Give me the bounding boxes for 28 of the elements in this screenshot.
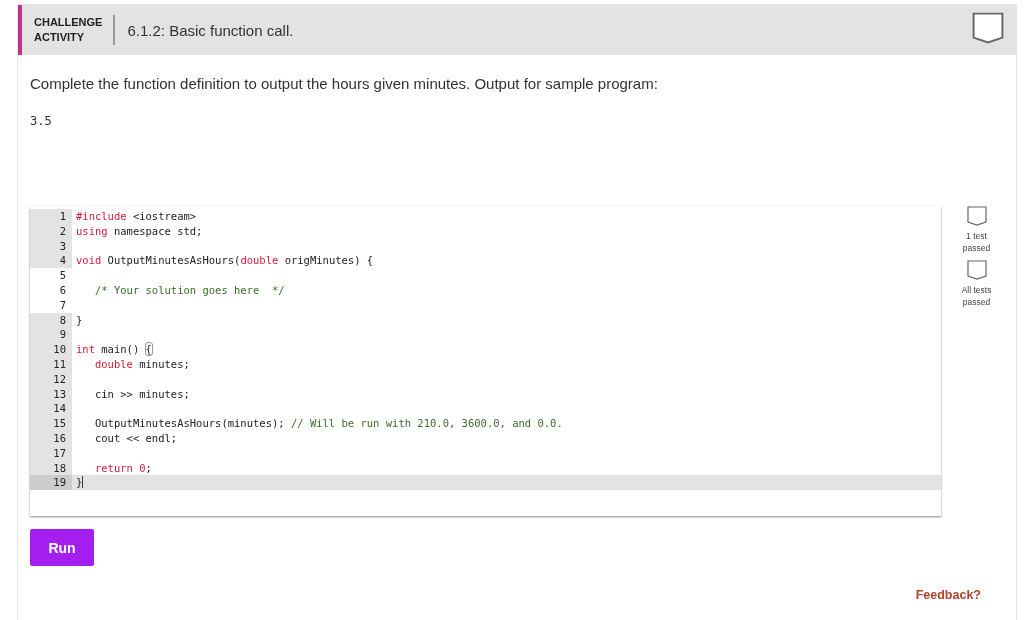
run-button[interactable]: Run xyxy=(30,529,94,566)
code-line: using namespace std; xyxy=(76,224,203,237)
code-line: } xyxy=(76,313,83,326)
code-line: } xyxy=(76,476,84,489)
line-number: 15 xyxy=(30,416,72,431)
test-status-label: All tests passed xyxy=(961,284,992,308)
line-number: 9 xyxy=(30,327,72,343)
code-line: cout << endl; xyxy=(93,431,178,444)
line-number: 14 xyxy=(30,401,72,417)
challenge-activity-label: CHALLENGE ACTIVITY xyxy=(34,15,116,45)
activity-title: 6.1.2: Basic function call. xyxy=(127,21,295,39)
code-line: /* Your solution goes here */ xyxy=(93,284,285,296)
line-number: 1 xyxy=(30,209,72,224)
code-line: int main() { xyxy=(76,343,152,356)
feedback-link[interactable]: Feedback? xyxy=(915,588,981,602)
line-number: 4 xyxy=(30,253,72,269)
sample-output: 3.5 xyxy=(30,114,53,128)
instructions-text: Complete the function definition to output the hours given minutes. Output for sample program: xyxy=(30,75,659,92)
code-line: #include <iostream> xyxy=(76,210,197,222)
code-line: OutputMinutesAsHours(minutes); // Will be run with 210.0, 3600.0, and 0.0. xyxy=(93,417,563,430)
code-line: double minutes; xyxy=(93,357,190,370)
code-editor[interactable] xyxy=(30,206,942,516)
test-status-label: 1 test passed xyxy=(962,230,991,254)
code-line: return 0; xyxy=(93,461,152,474)
code-line: void OutputMinutesAsHours(double origMinutes) { xyxy=(76,254,374,267)
line-number: 19 xyxy=(30,475,72,491)
line-number: 10 xyxy=(30,342,72,357)
code-line: cin >> minutes; xyxy=(93,387,190,400)
